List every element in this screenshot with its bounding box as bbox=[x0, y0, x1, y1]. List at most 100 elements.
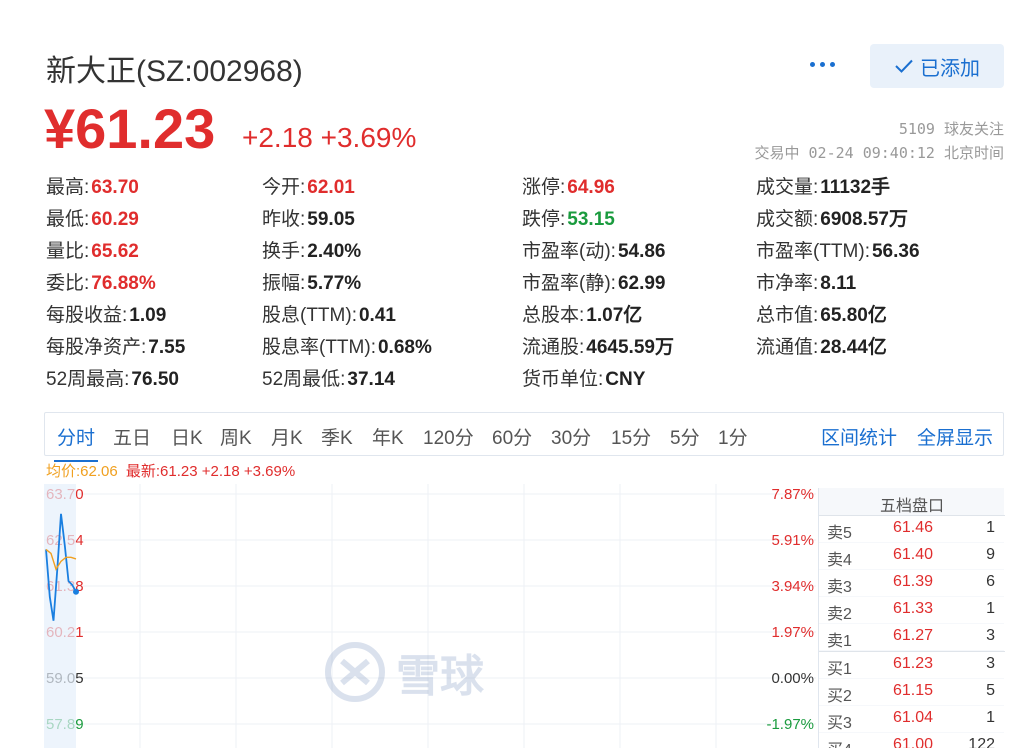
quote-grid: 最高: 63.70 今开: 62.01 涨停: 64.96 成交量: 11132手 最低… bbox=[46, 174, 986, 398]
tab-120min[interactable]: 120分 bbox=[423, 423, 474, 450]
order-book-title: 五档盘口 bbox=[879, 498, 944, 515]
level-price: 61.39 bbox=[892, 573, 933, 590]
added-label: 已添加 bbox=[920, 57, 980, 80]
y-axis-label-right: 3.94% bbox=[771, 578, 814, 595]
followers-count[interactable]: 5109 球友关注 bbox=[899, 118, 1004, 139]
quote-value: 2.40% bbox=[307, 241, 362, 262]
quote-value: 4645.59万 bbox=[586, 337, 674, 358]
quote-value: 65.80亿 bbox=[820, 305, 887, 326]
quote-label: 52周最低: bbox=[262, 369, 346, 390]
quote-item: 量比: 65.62 bbox=[46, 238, 139, 266]
tab-five-day[interactable]: 五日 bbox=[113, 423, 151, 450]
buy-level-2[interactable]: 买2 61.15 5 bbox=[819, 679, 1005, 705]
avg-price-label: 均价:62.06 bbox=[46, 463, 118, 480]
trading-status: 交易中 02-24 09:40:12 北京时间 bbox=[754, 144, 1005, 162]
buy-level-3[interactable]: 买3 61.04 1 bbox=[819, 706, 1005, 732]
quote-item: 总市值: 65.80亿 bbox=[756, 302, 887, 330]
quote-value: 56.36 bbox=[871, 241, 920, 262]
quote-item: 52周最高: 76.50 bbox=[46, 366, 179, 394]
buy-level-4[interactable]: 买4 61.00 122 bbox=[819, 733, 1005, 748]
quote-item: 流通股: 4645.59万 bbox=[522, 334, 674, 362]
quote-label: 股息率(TTM): bbox=[262, 337, 376, 358]
more-options-button[interactable] bbox=[808, 56, 838, 74]
quote-value: 8.11 bbox=[820, 273, 857, 294]
price-change: +2.18 +3.69% bbox=[242, 122, 417, 153]
quote-row: 最低: 60.29 昨收: 59.05 跌停: 53.15 成交额: 6908.57万 bbox=[46, 206, 986, 238]
y-axis-label-right: -1.97% bbox=[766, 716, 814, 733]
quote-item: 股息(TTM): 0.41 bbox=[262, 302, 396, 330]
quote-item: 昨收: 59.05 bbox=[262, 206, 355, 234]
tab-15min[interactable]: 15分 bbox=[611, 423, 651, 450]
tab-intraday[interactable]: 分时 bbox=[53, 423, 99, 462]
xueqiu-logo-icon bbox=[325, 642, 385, 702]
quote-value: 62.99 bbox=[617, 273, 666, 294]
tab-5min[interactable]: 5分 bbox=[670, 423, 700, 450]
sell-level-5[interactable]: 卖5 61.46 1 bbox=[819, 516, 1005, 542]
y-axis-label-right: 7.87% bbox=[771, 486, 814, 503]
level-label: 卖3 bbox=[827, 579, 852, 596]
chart-legend: 均价:62.06 最新:61.23 +2.18 +3.69% bbox=[46, 460, 295, 481]
quote-row: 委比: 76.88% 振幅: 5.77% 市盈率(静): 62.99 市净率: 8.11 bbox=[46, 270, 986, 302]
level-volume: 6 bbox=[986, 573, 995, 590]
quote-label: 货币单位: bbox=[522, 369, 604, 390]
latest-price-label: 最新:61.23 +2.18 +3.69% bbox=[125, 463, 296, 480]
quote-item: 市盈率(TTM): 56.36 bbox=[756, 238, 920, 266]
tab-yearly-k[interactable]: 年K bbox=[372, 423, 404, 450]
quote-label: 最高: bbox=[46, 177, 90, 198]
level-volume: 5 bbox=[986, 682, 995, 699]
quote-value: CNY bbox=[605, 369, 646, 390]
sell-level-2[interactable]: 卖2 61.33 1 bbox=[819, 597, 1005, 623]
quote-item: 市盈率(动): 54.86 bbox=[522, 238, 665, 266]
quote-label: 市盈率(静): bbox=[522, 273, 616, 294]
level-price: 61.15 bbox=[892, 682, 933, 699]
quote-value: 64.96 bbox=[567, 177, 615, 198]
tab-60min[interactable]: 60分 bbox=[492, 423, 532, 450]
quote-label: 跌停: bbox=[522, 209, 566, 230]
quote-label: 市盈率(动): bbox=[522, 241, 616, 262]
level-price: 61.00 bbox=[892, 736, 933, 748]
tab-30min[interactable]: 30分 bbox=[551, 423, 591, 450]
level-label: 卖1 bbox=[827, 633, 852, 650]
quote-label: 振幅: bbox=[262, 273, 306, 294]
quote-value: 60.29 bbox=[91, 209, 139, 230]
intraday-chart[interactable]: 63.7062.5461.3860.2159.0557.897.87%5.91%… bbox=[44, 484, 816, 748]
level-volume: 122 bbox=[968, 736, 995, 748]
quote-item: 股息率(TTM): 0.68% bbox=[262, 334, 432, 362]
quote-label: 股息(TTM): bbox=[262, 305, 357, 326]
quote-item: 流通值: 28.44亿 bbox=[756, 334, 887, 362]
range-stats-link[interactable]: 区间统计 bbox=[821, 423, 897, 450]
level-price: 61.33 bbox=[892, 600, 933, 617]
watermark-text: 雪球 bbox=[396, 652, 484, 701]
added-watchlist-button[interactable]: 已添加 bbox=[870, 44, 1004, 88]
quote-row: 量比: 65.62 换手: 2.40% 市盈率(动): 54.86 市盈率(TTM):… bbox=[46, 238, 986, 270]
buy-level-1[interactable]: 买1 61.23 3 bbox=[819, 652, 1005, 678]
tab-1min[interactable]: 1分 bbox=[718, 423, 748, 450]
quote-label: 今开: bbox=[262, 177, 306, 198]
level-volume: 1 bbox=[986, 519, 995, 536]
level-volume: 1 bbox=[986, 600, 995, 617]
quote-item: 每股净资产: 7.55 bbox=[46, 334, 185, 362]
quote-item: 换手: 2.40% bbox=[262, 238, 361, 266]
sell-level-3[interactable]: 卖3 61.39 6 bbox=[819, 570, 1005, 596]
tab-weekly-k[interactable]: 周K bbox=[220, 423, 252, 450]
quote-item: 涨停: 64.96 bbox=[522, 174, 615, 202]
quote-label: 市净率: bbox=[756, 273, 819, 294]
quote-value: 0.41 bbox=[358, 305, 396, 326]
fullscreen-link[interactable]: 全屏显示 bbox=[917, 423, 993, 450]
tab-quarterly-k[interactable]: 季K bbox=[321, 423, 353, 450]
quote-value: 63.70 bbox=[91, 177, 139, 198]
quote-label: 市盈率(TTM): bbox=[756, 241, 870, 262]
more-dot-icon bbox=[830, 62, 835, 67]
tab-monthly-k[interactable]: 月K bbox=[271, 423, 303, 450]
tab-daily-k[interactable]: 日K bbox=[171, 423, 203, 450]
quote-label: 量比: bbox=[46, 241, 90, 262]
quote-label: 流通股: bbox=[522, 337, 585, 358]
sell-level-4[interactable]: 卖4 61.40 9 bbox=[819, 543, 1005, 569]
quote-label: 流通值: bbox=[756, 337, 819, 358]
current-price: ¥61.23 bbox=[44, 97, 216, 160]
quote-item: 每股收益: 1.09 bbox=[46, 302, 166, 330]
quote-value: 54.86 bbox=[617, 241, 666, 262]
quote-value: 37.14 bbox=[347, 369, 395, 390]
sell-level-1[interactable]: 卖1 61.27 3 bbox=[819, 624, 1005, 650]
level-volume: 1 bbox=[986, 709, 995, 726]
